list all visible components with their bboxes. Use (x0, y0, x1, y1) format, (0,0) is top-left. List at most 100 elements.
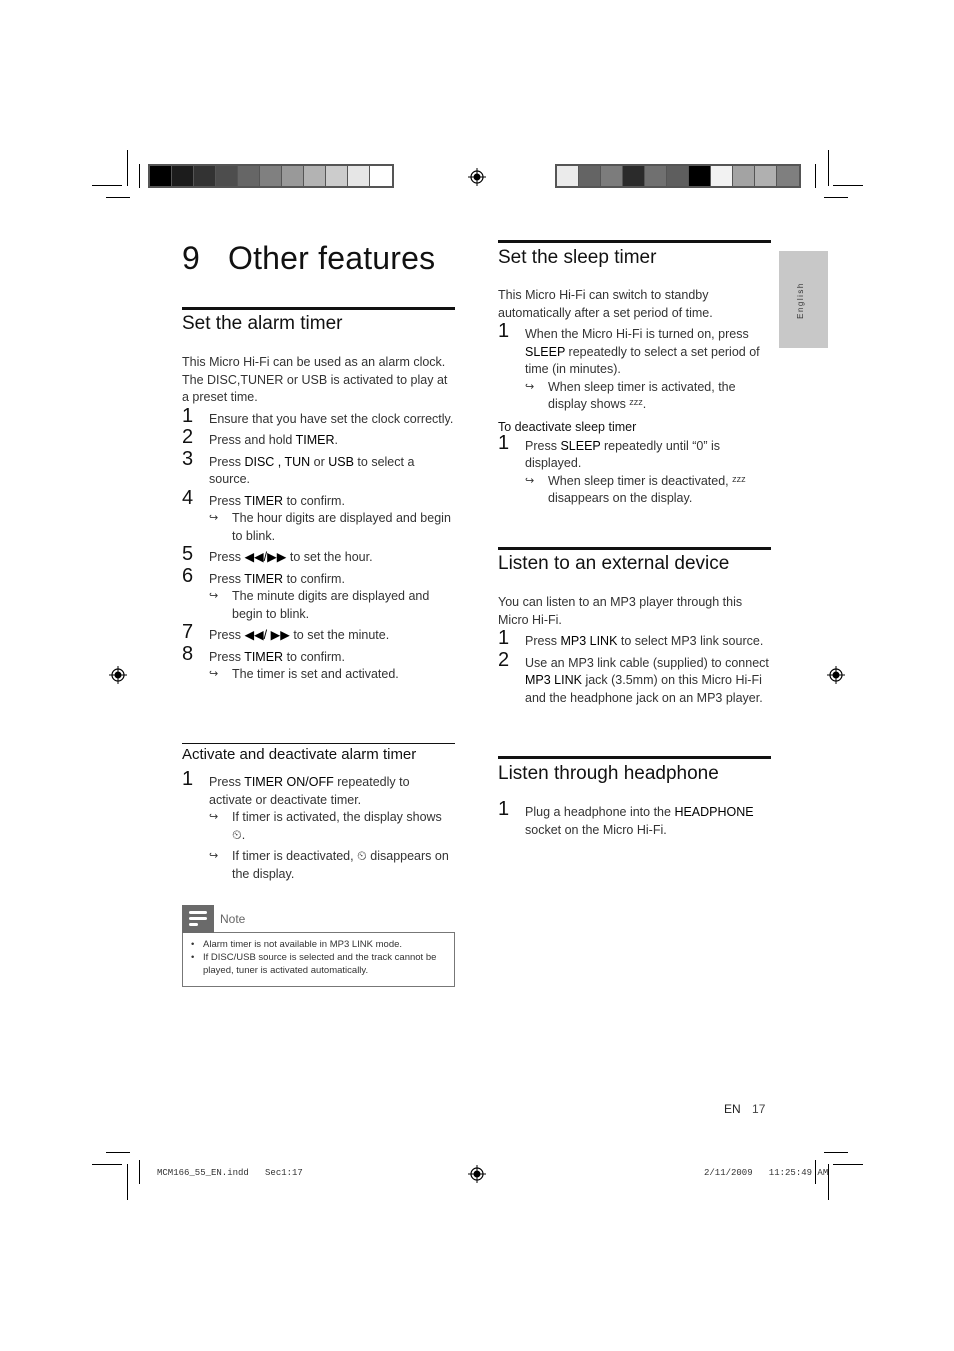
button-label: ◀◀/ ▶▶ (244, 628, 290, 642)
step-text: to confirm. (283, 649, 345, 664)
sleep-section-title: Set the sleep timer (498, 247, 657, 268)
result-text: If timer is activated, the display shows… (232, 810, 442, 842)
step-number: 1 (182, 404, 194, 427)
step-number: 1 (498, 320, 510, 342)
color-swatch (667, 166, 689, 186)
color-swatch (238, 166, 260, 186)
step-text: Ensure that you have set the clock corre… (209, 411, 454, 426)
step-text: Press (209, 493, 245, 508)
color-swatch (304, 166, 326, 186)
step: 8 Press TIMER to confirm. (182, 644, 454, 667)
color-swatch (150, 166, 172, 186)
step: 1 Press MP3 LINK to select MP3 link sourc… (498, 627, 770, 651)
button-label: TIMER (295, 433, 335, 447)
alarm-steps: 1 Ensure that you have set the clock corr… (182, 404, 454, 684)
alarm-section-title: Set the alarm timer (182, 313, 343, 334)
step-number: 2 (498, 648, 510, 671)
step: 5 Press ◀◀/▶▶ to set the hour. (182, 543, 454, 567)
step-text: or (310, 454, 329, 469)
alarm-intro: This Micro Hi-Fi can be used as an alarm… (182, 355, 448, 404)
sleep-deactivate-title: To deactivate sleep timer (498, 419, 637, 434)
section-rule (498, 547, 771, 550)
language-tab-label: English (795, 282, 805, 319)
color-calibration-bar-right (555, 164, 801, 188)
alarm-subsection-title: Activate and deactivate alarm timer (182, 746, 417, 763)
chapter-name: Other features (228, 240, 436, 276)
step: 3 Press DISC , TUN or USB to select a sou… (182, 447, 454, 489)
result-text: The minute digits are displayed and begi… (232, 589, 430, 621)
page-number: 17 (752, 1102, 766, 1116)
note-item: Alarm timer is not available in MP3 LINK… (189, 938, 448, 951)
button-label: TIMER (244, 571, 284, 586)
footer-language: EN (724, 1102, 741, 1116)
headphone-section-title: Listen through headphone (498, 763, 719, 784)
alarm-toggle-steps: 1 Press TIMER ON/OFF repeatedly to activa… (182, 769, 454, 883)
step-text: to confirm. (283, 493, 345, 508)
color-swatch (689, 166, 711, 186)
registration-mark-icon (468, 168, 486, 186)
color-swatch (645, 166, 667, 186)
step-text: Press (525, 438, 561, 453)
step: 1 Ensure that you have set the clock corr… (182, 404, 454, 429)
step-number: 4 (182, 486, 194, 509)
step: 1 Press TIMER ON/OFF repeatedly to activa… (182, 769, 454, 809)
sleep-intro: This Micro Hi-Fi can switch to standby a… (498, 288, 713, 320)
subsection-rule (182, 743, 455, 744)
external-steps: 1 Press MP3 LINK to select MP3 link sourc… (498, 627, 770, 708)
step-text: Press (209, 649, 245, 664)
button-label: ◀◀/▶▶ (244, 550, 287, 564)
color-calibration-bar-left (148, 164, 394, 188)
step-text: socket on the Micro Hi-Fi. (525, 822, 667, 837)
color-swatch (260, 166, 282, 186)
color-swatch (370, 166, 392, 186)
step: 6 Press TIMER to confirm. (182, 566, 454, 589)
result-text: If timer is deactivated, ⏲ disappears on… (232, 849, 449, 881)
result-arrow-icon: ↪ (525, 474, 535, 487)
step-number: 7 (182, 621, 194, 643)
chapter-title: 9 Other features (182, 240, 435, 277)
external-intro: You can listen to an MP3 player through … (498, 595, 743, 627)
step-result: ↪ The minute digits are displayed and beg… (209, 588, 454, 623)
note-item: If DISC/USB source is selected and the t… (189, 951, 448, 977)
button-label: TIMER (244, 493, 284, 508)
color-swatch (579, 166, 601, 186)
section-rule (182, 307, 455, 310)
step-result: ↪ When sleep timer is activated, the disp… (525, 379, 770, 414)
step-number: 3 (182, 447, 194, 470)
result-text: The hour digits are displayed and begin … (232, 511, 451, 543)
step: 1 Press SLEEP repeatedly until “0” is dis… (498, 431, 770, 473)
step-text: to set the minute. (289, 628, 390, 642)
color-swatch (733, 166, 755, 186)
color-swatch (601, 166, 623, 186)
button-label: SLEEP (525, 344, 566, 359)
result-text: When sleep timer is deactivated, ᶻᶻᶻ dis… (548, 473, 746, 506)
step: 2 Use an MP3 link cable (supplied) to con… (498, 648, 770, 708)
step-text: Press (209, 628, 245, 642)
step: 1 When the Micro Hi-Fi is turned on, pres… (498, 320, 770, 379)
color-swatch (348, 166, 370, 186)
step-text: Press (209, 775, 245, 789)
step-number: 1 (498, 431, 510, 454)
step-number: 5 (182, 543, 194, 565)
result-text: When sleep timer is activated, the displ… (548, 379, 736, 412)
section-rule (498, 756, 771, 759)
step-result: ↪ If timer is deactivated, ⏲ disappears o… (209, 848, 454, 883)
result-arrow-icon: ↪ (209, 811, 219, 823)
step-text: Press (209, 454, 245, 469)
chapter-number: 9 (182, 240, 200, 276)
step: 7 Press ◀◀/ ▶▶ to set the minute. (182, 621, 454, 645)
registration-mark-icon (468, 1165, 486, 1183)
color-swatch (755, 166, 777, 186)
button-label: MP3 LINK (560, 634, 618, 648)
step-text: Press (209, 571, 245, 586)
color-swatch (282, 166, 304, 186)
result-arrow-icon: ↪ (209, 668, 219, 680)
page-footer: EN 17 (724, 1102, 765, 1116)
color-swatch (623, 166, 645, 186)
color-swatch (216, 166, 238, 186)
step: 1 Plug a headphone into the HEADPHONE soc… (498, 799, 770, 839)
note-label: Note (220, 912, 246, 926)
step-number: 1 (498, 627, 510, 649)
step-result: ↪ When sleep timer is deactivated, ᶻᶻᶻ di… (525, 473, 770, 508)
step-text: When the Micro Hi-Fi is turned on, press (525, 327, 749, 341)
